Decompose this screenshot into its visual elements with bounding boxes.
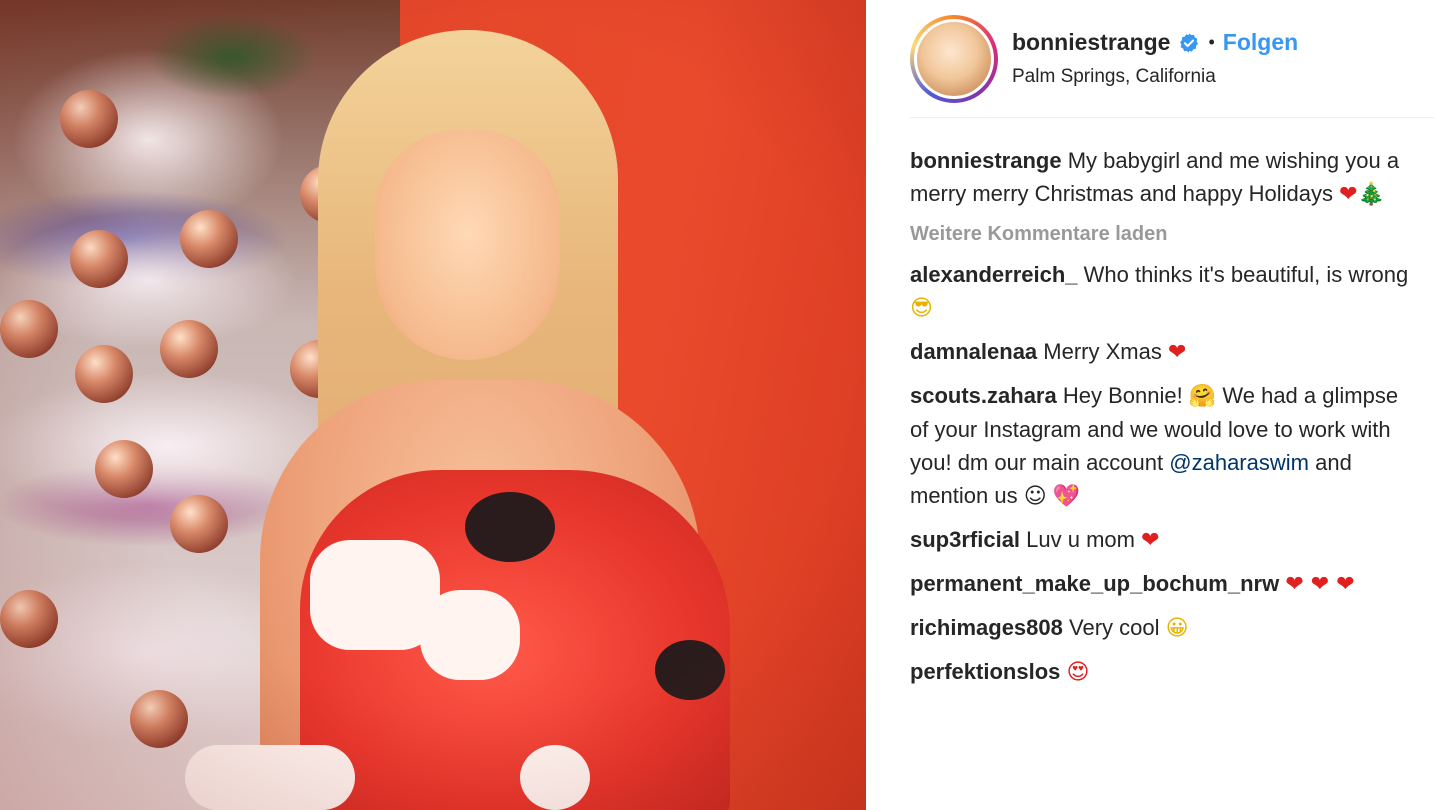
mention-link[interactable]: @zaharaswim [1169,450,1309,475]
grinning-emoji-icon: 😀 [1165,616,1189,641]
comment-text: Luv u mom [1026,527,1135,552]
sunglasses-emoji-icon: 😎 [910,296,933,321]
username-link[interactable]: bonniestrange [1012,29,1170,56]
load-more-comments-button[interactable]: Weitere Kommentare laden [910,223,1420,246]
comment-username[interactable]: perfektionslos [910,659,1060,684]
heart-emoji-icon: ❤ ❤ ❤ [1285,572,1355,597]
heart-eyes-emoji-icon: 😍 [1066,660,1090,685]
comment-text: Hey Bonnie! [1062,383,1183,408]
comment-item: alexanderreich_ Who thinks it's beautifu… [910,258,1420,325]
avatar[interactable] [914,18,994,99]
separator-dot: • [1208,32,1215,52]
comment-item: perfektionslos 😍 [910,655,1420,689]
photo-vignette [0,0,866,810]
post-photo[interactable] [0,0,866,810]
hugging-emoji-icon: 🤗 [1188,384,1217,409]
comment-item: richimages808 Very cool 😀 [910,611,1420,645]
heart-emoji-icon: ❤ [1141,528,1160,553]
comment-text: Who thinks it's beautiful, is wrong [1083,262,1409,287]
comment-item: scouts.zahara Hey Bonnie! 🤗 We had a gli… [910,379,1420,513]
comments-list: bonniestrange My babygirl and me wishing… [910,118,1440,689]
comment-username[interactable]: scouts.zahara [910,383,1057,408]
comment-item: damnalenaa Merry Xmas ❤ [910,335,1420,369]
heart-emoji-icon: ❤ [1167,340,1187,365]
location-link[interactable]: Palm Springs, California [1012,66,1298,88]
follow-button[interactable]: Folgen [1223,29,1298,56]
instagram-post-view: bonniestrange • Folgen Palm Springs, Cal… [0,0,1440,810]
post-side-panel: bonniestrange • Folgen Palm Springs, Cal… [866,0,1440,810]
sparkling-heart-emoji-icon: 💖 [1052,484,1081,509]
comment-username[interactable]: damnalenaa [910,339,1037,364]
comment-username[interactable]: sup3rficial [910,527,1020,552]
comment-username[interactable]: richimages808 [910,615,1063,640]
comment-username[interactable]: alexanderreich_ [910,262,1078,287]
heart-tree-emoji-icon: ❤🎄 [1339,182,1385,207]
post-header: bonniestrange • Folgen Palm Springs, Cal… [910,0,1434,118]
header-user-row: bonniestrange • Folgen [1012,29,1298,56]
comment-text: Merry Xmas [1043,339,1162,364]
comment-username[interactable]: permanent_make_up_bochum_nrw [910,571,1279,596]
smile-emoji-icon: ☺ [1023,484,1047,509]
comment-text: Very cool [1069,615,1160,640]
comment-item: sup3rficial Luv u mom ❤ [910,523,1420,557]
verified-badge-icon [1178,32,1200,54]
header-text: bonniestrange • Folgen Palm Springs, Cal… [1012,29,1298,88]
comment-item: permanent_make_up_bochum_nrw ❤ ❤ ❤ [910,567,1420,601]
caption: bonniestrange My babygirl and me wishing… [910,144,1420,211]
caption-username[interactable]: bonniestrange [910,148,1062,173]
story-ring[interactable] [910,14,998,103]
